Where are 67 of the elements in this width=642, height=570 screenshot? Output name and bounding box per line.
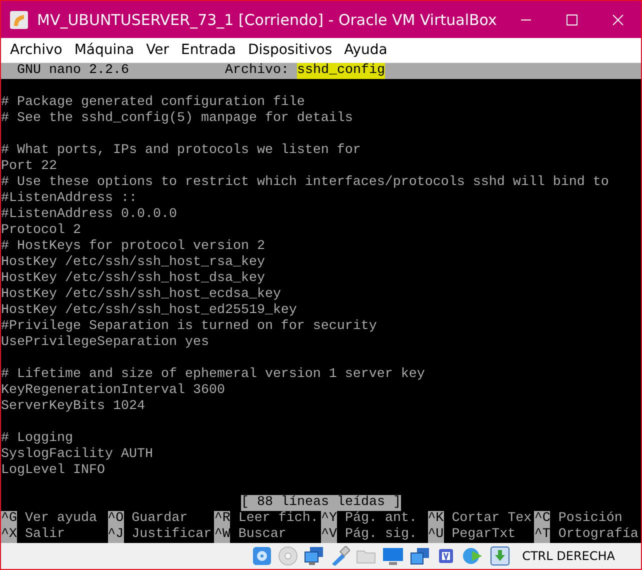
menu-item[interactable]: Ayuda (338, 42, 394, 58)
shortcut-key: ^O (108, 511, 124, 527)
host-key-label: CTRL DERECHA (522, 549, 615, 563)
app-icon (9, 10, 29, 30)
config-line: KeyRegenerationInterval 3600 (1, 383, 226, 399)
menu-item[interactable]: Entrada (174, 42, 242, 58)
shortcut-key: ^X (1, 527, 17, 543)
shortcut-key: ^C (534, 511, 550, 527)
usb-icon[interactable] (330, 546, 350, 566)
config-line: # Lifetime and size of ephemeral version 1 server key (1, 367, 426, 383)
shortcut-key: ^G (1, 511, 17, 527)
config-line: #ListenAddress :: (1, 191, 138, 207)
menu-item[interactable]: Ver (140, 42, 175, 58)
config-line: HostKey /etc/ssh/ssh_host_ecdsa_key (1, 287, 282, 303)
shortcut-label: Buscar (238, 527, 286, 543)
shortcut-label: Posición (558, 511, 622, 527)
shortcut-key: ^J (108, 527, 124, 543)
maximize-icon (566, 14, 578, 26)
shortcut-label: Pág. ant. (345, 511, 417, 527)
config-line: HostKey /etc/ssh/ssh_host_dsa_key (1, 271, 266, 287)
config-line: #ListenAddress 0.0.0.0 (1, 207, 178, 223)
config-line: # See the sshd_config(5) manpage for details (1, 111, 354, 127)
shortcut-key: ^T (534, 527, 550, 543)
shortcut-label: PegarTxt (452, 527, 516, 543)
shortcut-label: Salir (25, 527, 65, 543)
menu-item[interactable]: Archivo (4, 42, 68, 58)
window-title: MV_UBUNTUSERVER_73_1 [Corriendo] - Oracle VM VirtualBox (37, 10, 498, 28)
optical-disc-icon[interactable] (278, 546, 298, 566)
menu-item[interactable]: Dispositivos (242, 42, 338, 58)
config-line: # Use these options to restrict which interfaces/protocols sshd will bind to (1, 175, 610, 191)
menu-item[interactable]: Máquina (68, 42, 140, 58)
config-line: ServerKeyBits 1024 (1, 399, 146, 415)
shortcut-label: Leer fich. (238, 511, 318, 527)
arrow-circle-icon[interactable] (462, 546, 484, 566)
network-icon[interactable] (304, 546, 324, 566)
shortcut-label: Cortar Tex (452, 511, 532, 527)
shortcut-key: ^V (321, 527, 338, 543)
config-line: LogLevel INFO (1, 463, 106, 479)
config-line: HostKey /etc/ssh/ssh_host_rsa_key (1, 255, 266, 271)
shortcut-label: Justificar (132, 527, 212, 543)
editor-version: GNU nano 2.2.6 (17, 63, 129, 79)
close-icon (612, 14, 624, 26)
config-line: #Privilege Separation is turned on for security (1, 319, 378, 335)
config-line: HostKey /etc/ssh/ssh_host_ed25519_key (1, 303, 298, 319)
shortcut-key: ^W (214, 527, 230, 543)
status-message: [ 88 líneas leídas ] (241, 495, 401, 511)
monitor-icon[interactable] (382, 546, 404, 566)
shortcut-label: Guardar (132, 511, 188, 527)
config-line: # What ports, IPs and protocols we listen for (1, 143, 362, 159)
file-label: Archivo: (224, 63, 289, 79)
shortcut-key: ^Y (321, 511, 338, 527)
config-line: # Logging (1, 431, 74, 447)
shortcut-key: ^R (214, 511, 230, 527)
shortcut-label: Ortografía (558, 527, 638, 543)
shortcut-key: ^K (428, 511, 444, 527)
shortcut-label: Ver ayuda (25, 511, 97, 527)
download-icon[interactable] (490, 546, 510, 566)
windows-icon[interactable] (410, 546, 430, 566)
config-line: # Package generated configuration file (1, 95, 306, 111)
file-name: sshd_config (296, 63, 385, 79)
config-line: SyslogFacility AUTH (1, 447, 154, 463)
config-line: Port 22 (1, 159, 58, 175)
config-line: UsePrivilegeSeparation yes (1, 335, 210, 351)
shortcut-label: Pág. sig. (345, 527, 417, 543)
shortcut-key: ^U (428, 527, 444, 543)
config-line: # HostKeys for protocol version 2 (1, 239, 266, 255)
config-line: Protocol 2 (1, 223, 82, 239)
